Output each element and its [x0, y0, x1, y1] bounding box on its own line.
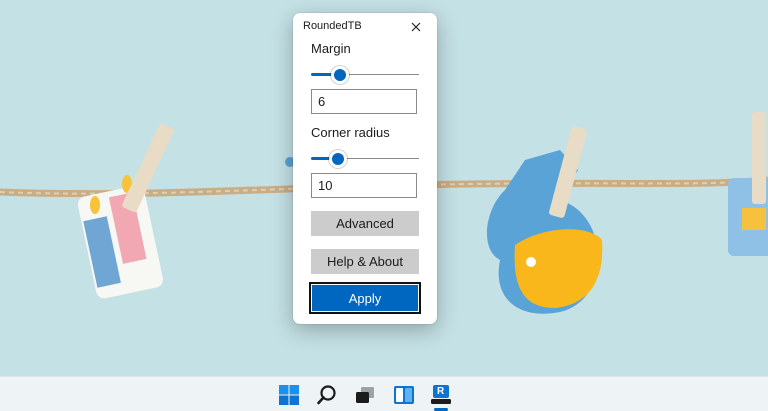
taskbar: R — [0, 376, 768, 411]
search-icon[interactable] — [316, 384, 338, 406]
margin-label: Margin — [311, 41, 351, 56]
margin-slider[interactable] — [311, 66, 419, 84]
corner-radius-slider[interactable] — [311, 150, 419, 168]
close-button[interactable] — [405, 18, 427, 36]
roundedtb-app-icon[interactable]: R — [430, 384, 452, 406]
margin-input[interactable]: 6 — [311, 89, 417, 114]
title-bar[interactable]: RoundedTB — [293, 13, 437, 41]
help-about-button[interactable]: Help & About — [311, 249, 419, 274]
widgets-icon[interactable] — [393, 384, 415, 406]
roundedtb-app-letter: R — [437, 386, 445, 397]
window-title: RoundedTB — [303, 20, 362, 32]
close-icon — [411, 22, 421, 32]
slider-thumb[interactable] — [329, 150, 347, 168]
windows-start-icon[interactable] — [278, 384, 300, 406]
slider-thumb[interactable] — [331, 66, 349, 84]
advanced-button[interactable]: Advanced — [311, 211, 419, 236]
apply-button[interactable]: Apply — [309, 282, 421, 314]
corner-radius-input[interactable]: 10 — [311, 173, 417, 198]
task-view-icon[interactable] — [354, 384, 376, 406]
roundedtb-window: RoundedTB Margin 6 Corner radius 10 Adva… — [293, 13, 437, 324]
corner-radius-label: Corner radius — [311, 125, 390, 140]
